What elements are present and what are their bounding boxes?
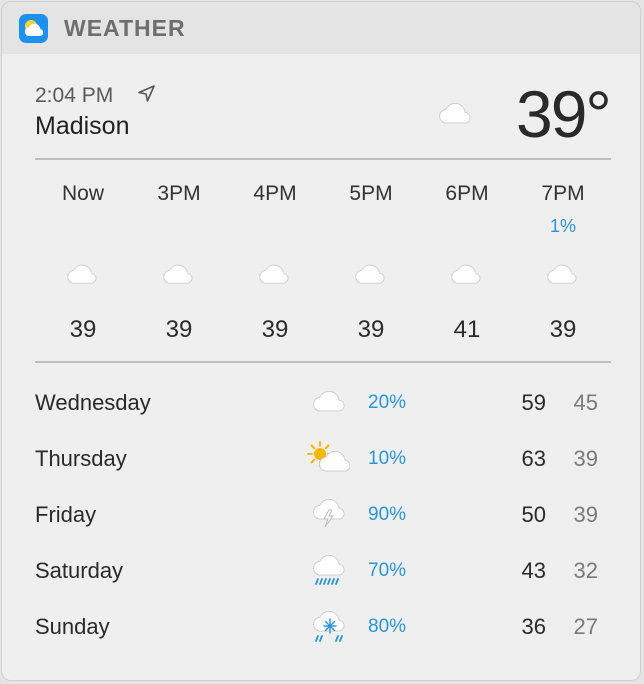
hour-label: 5PM: [349, 182, 393, 205]
day-name: Wednesday: [35, 390, 151, 415]
widget-content: 2:04 PM Madison 39° Now 39 3PM 39 4PM 39 5PM 39…: [2, 54, 640, 680]
hour-temperature: 39: [165, 316, 193, 343]
hour-temperature: 41: [453, 316, 481, 343]
low-temperature: 39: [573, 502, 598, 527]
hour-label: 4PM: [253, 182, 297, 205]
thunderstorm-icon: [313, 498, 345, 528]
current-temperature: 39°: [516, 77, 612, 151]
snow-rain-icon: [313, 610, 345, 642]
low-temperature: 45: [573, 390, 598, 415]
high-temperature: 63: [521, 446, 546, 471]
high-temperature: 50: [521, 502, 546, 527]
current-city: Madison: [35, 112, 130, 140]
precipitation-chance: 90%: [368, 504, 407, 525]
cloud-icon: [355, 264, 385, 284]
app-title: WEATHER: [64, 15, 186, 41]
cloud-icon: [163, 264, 193, 284]
cloud-icon: [313, 390, 345, 412]
low-temperature: 27: [573, 614, 598, 639]
hour-label: 7PM: [541, 182, 585, 205]
cloud-icon: [439, 102, 471, 124]
widget-header: WEATHER: [2, 2, 640, 54]
divider: [35, 361, 611, 363]
day-name: Sunday: [35, 614, 110, 639]
rain-icon: [313, 554, 345, 585]
precipitation-chance: 70%: [368, 560, 407, 581]
day-name: Thursday: [35, 446, 127, 471]
hour-precipitation: 1%: [549, 216, 576, 236]
weather-app-icon: [19, 14, 48, 43]
high-temperature: 59: [521, 390, 546, 415]
precipitation-chance: 20%: [368, 392, 407, 413]
high-temperature: 36: [521, 614, 546, 639]
cloud-icon: [547, 264, 577, 284]
hour-label: 6PM: [445, 182, 489, 205]
precipitation-chance: 80%: [368, 616, 407, 637]
forecast-day-row: Sunday 80% 36 27: [2, 610, 640, 670]
partly-sunny-icon: [307, 441, 350, 472]
hour-temperature: 39: [69, 316, 97, 343]
weather-widget: WEATHER 2:04 PM Madison 39° Now 39 3PM 39 4P…: [1, 1, 641, 681]
low-temperature: 39: [573, 446, 598, 471]
cloud-icon: [67, 264, 97, 284]
precipitation-chance: 10%: [368, 448, 407, 469]
hour-temperature: 39: [549, 316, 577, 343]
hour-label: Now: [61, 182, 104, 205]
high-temperature: 43: [521, 558, 546, 583]
day-name: Saturday: [35, 558, 124, 583]
hour-temperature: 39: [357, 316, 385, 343]
hour-label: 3PM: [157, 182, 201, 205]
current-time: 2:04 PM: [35, 84, 114, 107]
day-name: Friday: [35, 502, 97, 527]
hour-temperature: 39: [261, 316, 289, 343]
cloud-icon: [451, 264, 481, 284]
cloud-icon: [259, 264, 289, 284]
location-arrow-icon: [138, 85, 155, 102]
low-temperature: 32: [573, 558, 598, 583]
divider: [35, 158, 611, 160]
